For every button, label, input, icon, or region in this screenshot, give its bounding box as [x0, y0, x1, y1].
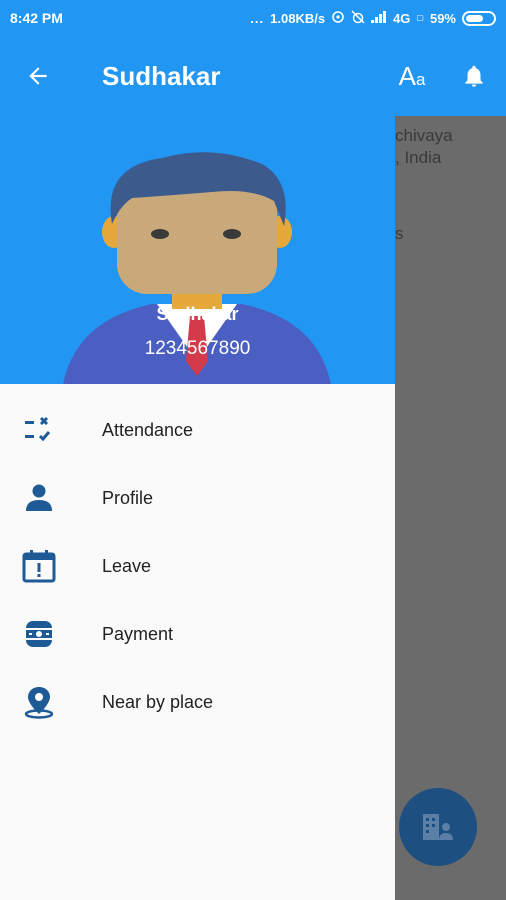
drawer-user-phone: 1234567890	[144, 338, 251, 359]
volte-icon: ▢	[416, 13, 424, 22]
bell-icon	[465, 65, 483, 87]
back-button[interactable]	[0, 36, 76, 116]
notification-dots: ...	[250, 10, 265, 26]
hotspot-icon	[331, 10, 345, 27]
menu-item-near-by-place[interactable]: Near by place	[0, 668, 395, 736]
alarm-off-icon	[351, 9, 365, 27]
attendance-icon	[25, 416, 51, 442]
app-bar: Sudhakar Aa	[0, 36, 506, 116]
network-type: 4G	[393, 10, 411, 26]
building-person-icon	[423, 814, 453, 840]
menu-item-payment[interactable]: Payment	[0, 600, 395, 668]
background-text-line-3: s	[395, 224, 404, 243]
menu-item-attendance[interactable]: Attendance	[0, 396, 395, 464]
arrow-back-icon	[29, 67, 47, 85]
status-time: 8:42 PM	[10, 10, 63, 26]
battery-percent: 59%	[429, 10, 456, 26]
background-text-line-1: chivaya	[395, 126, 453, 145]
menu-item-leave[interactable]: Leave	[0, 532, 395, 600]
status-indicators: ... 1.08KB/s 4G ▢ 59%	[250, 9, 496, 27]
location-pin-icon	[24, 687, 54, 719]
menu-label-attendance: Attendance	[102, 419, 194, 440]
calendar-alert-icon	[22, 550, 56, 583]
network-speed: 1.08KB/s	[270, 10, 326, 26]
navigation-drawer: Sudhakar 1234567890 Attendance Profile L…	[0, 116, 395, 900]
signal-icon	[371, 10, 387, 26]
person-icon	[26, 484, 52, 511]
font-size-icon: Aa	[399, 61, 426, 92]
background-text-line-2: , India	[395, 148, 442, 167]
status-bar: 8:42 PM ... 1.08KB/s 4G ▢ 59%	[0, 0, 506, 36]
font-size-button[interactable]: Aa	[382, 36, 442, 116]
font-icon-small-letter: a	[415, 69, 426, 89]
menu-label-leave: Leave	[102, 555, 152, 576]
drawer-user-name: Sudhakar	[156, 304, 239, 324]
menu-label-near-by-place: Near by place	[102, 691, 214, 712]
notifications-button[interactable]	[442, 36, 506, 116]
payment-icon	[24, 621, 54, 647]
menu-label-payment: Payment	[102, 623, 174, 644]
drawer-header: Sudhakar 1234567890	[0, 116, 395, 384]
menu-label-profile: Profile	[102, 487, 154, 508]
page-title: Sudhakar	[102, 60, 221, 91]
menu-item-profile[interactable]: Profile	[0, 464, 395, 532]
font-icon-big-letter: A	[398, 60, 416, 91]
battery-icon	[462, 10, 496, 26]
background-content: chivaya , India s	[395, 116, 506, 900]
drawer-menu: Attendance Profile Leave Payment Near by…	[0, 396, 395, 736]
building-fab[interactable]	[399, 788, 477, 866]
